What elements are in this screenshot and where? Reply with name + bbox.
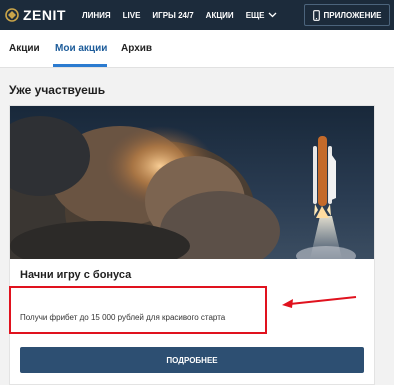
nav-item-live[interactable]: LIVE <box>123 11 141 20</box>
app-download-label: ПРИЛОЖЕНИЕ <box>323 10 382 20</box>
app-download-button[interactable]: ПРИЛОЖЕНИЕ <box>304 4 390 26</box>
tab-promotions[interactable]: Акции <box>9 30 40 68</box>
promo-description: Получи фрибет до 15 000 рублей для краси… <box>20 313 226 322</box>
smartphone-icon <box>312 9 320 21</box>
section-title: Уже участвуешь <box>9 83 106 97</box>
nav-item-promotions[interactable]: АКЦИИ <box>206 11 234 20</box>
promotions-tabs: Акции Мои акции Архив <box>0 30 394 68</box>
promo-title: Начни игру с бонуса <box>20 269 132 281</box>
tab-archive[interactable]: Архив <box>121 30 152 68</box>
promo-banner-image <box>10 106 374 259</box>
logo-text: ZENIT <box>23 7 66 23</box>
logo[interactable]: ZENIT <box>4 7 82 23</box>
promo-card: Начни игру с бонуса Получи фрибет до 15 … <box>9 105 375 385</box>
nav-more-label: ЕЩЕ <box>245 10 265 20</box>
nav-more-menu[interactable]: ЕЩЕ <box>246 11 277 20</box>
active-tab-indicator <box>53 64 107 67</box>
annotation-arrow-icon <box>282 296 357 308</box>
chevron-down-icon <box>268 12 276 18</box>
logo-icon <box>5 8 19 22</box>
highlight-box <box>9 286 267 334</box>
details-button-label: ПОДРОБНЕЕ <box>166 355 218 365</box>
tab-my-promotions[interactable]: Мои акции <box>55 30 107 68</box>
nav-item-line[interactable]: ЛИНИЯ <box>82 11 111 20</box>
top-navbar: ZENIT ЛИНИЯ LIVE ИГРЫ 24/7 АКЦИИ ЕЩЕ ПРИ… <box>0 0 394 30</box>
details-button[interactable]: ПОДРОБНЕЕ <box>20 347 364 373</box>
nav-item-games[interactable]: ИГРЫ 24/7 <box>152 11 193 20</box>
